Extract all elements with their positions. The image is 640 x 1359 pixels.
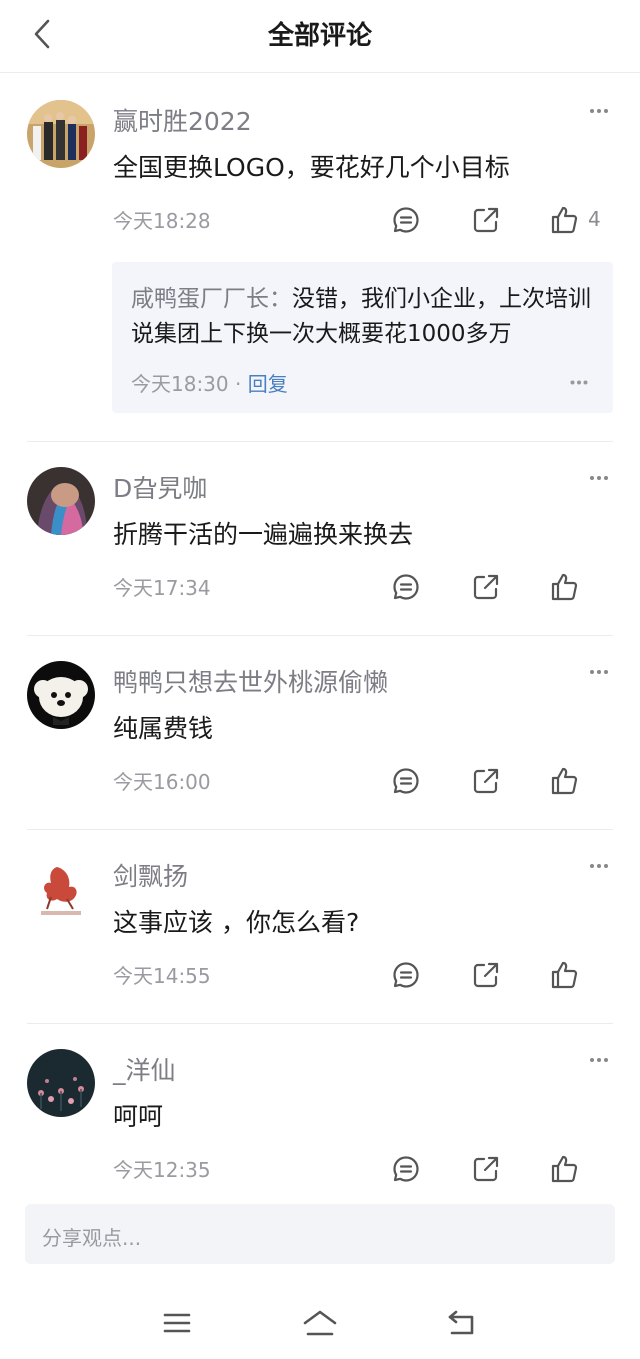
comment-text: 全国更换LOGO，要花好几个小目标: [113, 153, 510, 182]
menu-button[interactable]: [152, 1300, 202, 1346]
share-button[interactable]: [466, 761, 506, 801]
more-button[interactable]: [584, 467, 614, 489]
reply-box: 咸鸭蛋厂厂长：没错，我们小企业，上次培训说集团上下换一次大概要花1000多万 今…: [112, 262, 613, 413]
divider: [27, 635, 613, 636]
more-dots-icon: [590, 864, 608, 868]
return-button[interactable]: [437, 1300, 487, 1346]
timestamp: 今天16:00: [113, 770, 211, 794]
timestamp: 今天12:35: [113, 1158, 211, 1182]
reply-button[interactable]: [386, 1149, 426, 1189]
more-dots-icon: [590, 1058, 608, 1062]
username[interactable]: 鸭鸭只想去世外桃源偷懒: [113, 663, 388, 699]
reply-body: 咸鸭蛋厂厂长：没错，我们小企业，上次培训说集团上下换一次大概要花1000多万: [131, 282, 601, 352]
thumbs-up-icon: [551, 1155, 578, 1183]
more-dots-icon: [570, 380, 588, 384]
like-button[interactable]: [544, 955, 584, 995]
more-dots-icon: [590, 476, 608, 480]
comment-text: 这事应该 ，你怎么看?: [113, 908, 360, 937]
reply-timestamp: 今天18:30: [131, 372, 229, 396]
comment-input-placeholder: 分享观点...: [42, 1226, 142, 1250]
comment-bubble-icon: [393, 1156, 419, 1182]
more-button[interactable]: [584, 661, 614, 683]
comment-meta: 今天17:34: [0, 567, 640, 607]
menu-icon: [163, 1313, 191, 1333]
thumbs-up-icon: [551, 573, 578, 601]
divider: [27, 1023, 613, 1024]
comment-text: 呵呵: [113, 1102, 164, 1131]
separator-dot: ·: [228, 372, 248, 396]
avatar[interactable]: [27, 661, 95, 729]
thumbs-up-icon: [551, 961, 578, 989]
reply-link[interactable]: 回复: [248, 372, 288, 396]
reply-button[interactable]: [386, 200, 426, 240]
share-arrow-icon: [473, 1156, 499, 1182]
reply-author[interactable]: 咸鸭蛋厂厂长：: [131, 286, 292, 312]
like-count: 4: [588, 207, 601, 231]
share-button[interactable]: [466, 955, 506, 995]
share-arrow-icon: [473, 768, 499, 794]
like-button[interactable]: [544, 567, 584, 607]
share-arrow-icon: [473, 574, 499, 600]
username[interactable]: D旮旯咖: [113, 469, 207, 505]
top-bar: 全部评论: [0, 0, 640, 73]
comment-meta: 今天12:35: [0, 1149, 640, 1189]
comment-bubble-icon: [393, 574, 419, 600]
comment-input[interactable]: 分享观点...: [25, 1204, 615, 1264]
reply-button[interactable]: [386, 761, 426, 801]
share-arrow-icon: [473, 207, 499, 233]
system-nav-bar: [0, 1290, 640, 1359]
page-title: 全部评论: [267, 21, 372, 51]
more-button[interactable]: [584, 1049, 614, 1071]
comment-text: 折腾干活的一遍遍换来换去: [113, 520, 414, 549]
comment-bubble-icon: [393, 207, 419, 233]
username[interactable]: _洋仙: [113, 1051, 176, 1087]
reply-meta: 今天18:30 · 回复: [131, 368, 288, 397]
username[interactable]: 赢时胜2022: [113, 102, 252, 138]
reply-button[interactable]: [386, 567, 426, 607]
share-button[interactable]: [466, 567, 506, 607]
like-button[interactable]: [544, 761, 584, 801]
share-button[interactable]: [466, 200, 506, 240]
avatar[interactable]: [27, 855, 95, 923]
username[interactable]: 剑飘扬: [113, 857, 188, 893]
comment-meta: 今天16:00: [0, 761, 640, 801]
comment-text: 纯属费钱: [113, 714, 214, 743]
divider: [27, 441, 613, 442]
return-icon: [448, 1310, 474, 1335]
share-arrow-icon: [473, 962, 499, 988]
more-dots-icon: [590, 109, 608, 113]
thumbs-up-icon: [551, 767, 578, 795]
avatar[interactable]: [27, 1049, 95, 1117]
timestamp: 今天14:55: [113, 964, 211, 988]
home-button[interactable]: [295, 1300, 345, 1346]
comment-meta: 今天14:55: [0, 955, 640, 995]
like-button[interactable]: [544, 1149, 584, 1189]
more-button[interactable]: [584, 855, 614, 877]
home-icon: [303, 1310, 337, 1336]
more-button[interactable]: [584, 100, 614, 122]
reply-button[interactable]: [386, 955, 426, 995]
comment-bubble-icon: [393, 962, 419, 988]
avatar[interactable]: [27, 100, 95, 168]
divider: [27, 829, 613, 830]
reply-more-button[interactable]: [564, 372, 594, 392]
comment-meta: 今天18:28 4: [0, 200, 640, 240]
timestamp: 今天17:34: [113, 576, 211, 600]
more-dots-icon: [590, 670, 608, 674]
comment-bubble-icon: [393, 768, 419, 794]
avatar[interactable]: [27, 467, 95, 535]
thumbs-up-icon: [551, 206, 578, 234]
like-button[interactable]: [544, 200, 584, 240]
share-button[interactable]: [466, 1149, 506, 1189]
timestamp: 今天18:28: [113, 209, 211, 233]
